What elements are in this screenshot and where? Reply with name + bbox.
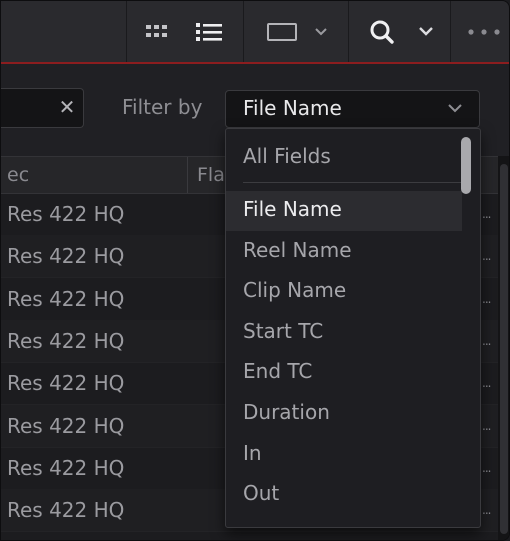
toolbar-separator <box>243 1 244 62</box>
toolbar-separator <box>348 1 349 62</box>
menu-item-label: All Fields <box>243 144 331 168</box>
menu-item-duration[interactable]: Duration <box>226 394 462 434</box>
column-separator[interactable] <box>187 157 188 193</box>
grid-view-button[interactable] <box>141 1 173 62</box>
table-scrollbar-thumb[interactable] <box>500 164 508 534</box>
menu-item-file-name[interactable]: File Name <box>226 191 462 231</box>
grid-view-icon <box>146 24 167 37</box>
chevron-down-icon <box>448 104 462 113</box>
more-options-icon <box>468 28 500 35</box>
menu-item-label: In <box>243 440 262 465</box>
menu-scrollbar-thumb[interactable] <box>461 137 471 194</box>
app-window: ✕ Filter by File Name ec Fla Res 422 HQ.… <box>0 0 510 541</box>
menu-item-label: File Name <box>243 197 342 221</box>
close-icon: ✕ <box>58 95 76 119</box>
search-icon <box>370 20 433 44</box>
codec-cell: Res 422 HQ <box>7 244 125 269</box>
menu-item-label: Clip Name <box>243 278 347 303</box>
menu-divider <box>243 182 461 183</box>
codec-cell: Res 422 HQ <box>7 328 125 353</box>
filter-by-label: Filter by <box>122 95 203 119</box>
codec-cell: Res 422 HQ <box>7 202 125 226</box>
menu-item-all-fields[interactable]: All Fields <box>226 138 462 178</box>
list-view-button[interactable] <box>192 1 226 62</box>
codec-cell: Res 422 HQ <box>7 498 125 523</box>
menu-item-clip-name[interactable]: Clip Name <box>226 272 462 312</box>
toolbar-separator <box>126 1 127 62</box>
menu-item-start-tc[interactable]: Start TC <box>226 313 462 353</box>
truncated-cell: ... <box>482 376 492 391</box>
truncated-cell: ... <box>482 333 492 348</box>
truncated-cell: ... <box>482 503 492 518</box>
filter-selected-value: File Name <box>243 96 342 120</box>
table-scrollbar[interactable] <box>498 156 509 540</box>
codec-cell: Res 422 HQ <box>7 371 125 396</box>
clear-search-button[interactable]: ✕ <box>57 94 77 120</box>
top-toolbar <box>1 1 509 64</box>
truncated-cell: ... <box>482 249 492 264</box>
menu-item-label: Duration <box>243 400 330 424</box>
search-button[interactable] <box>356 1 440 62</box>
menu-item-in[interactable]: In <box>226 435 462 475</box>
filter-dropdown-menu: All Fields File Name Reel Name Clip Name St… <box>225 128 481 528</box>
column-header-flags[interactable]: Fla <box>197 164 225 186</box>
codec-cell: Res 422 HQ <box>7 286 125 311</box>
codec-cell: Res 422 HQ <box>7 455 125 480</box>
codec-cell: Res 422 HQ <box>7 413 125 438</box>
viewer-mode-button[interactable] <box>253 1 339 62</box>
filter-by-select[interactable]: File Name <box>225 90 480 128</box>
menu-item-reel-name[interactable]: Reel Name <box>226 232 462 272</box>
menu-item-label: Reel Name <box>243 237 352 262</box>
truncated-cell: ... <box>482 207 492 221</box>
menu-item-out[interactable]: Out <box>226 475 462 515</box>
truncated-cell: ... <box>482 460 492 475</box>
menu-item-end-tc[interactable]: End TC <box>226 353 462 393</box>
menu-item-label: Start TC <box>243 318 324 343</box>
menu-item-label: Out <box>243 481 280 506</box>
truncated-cell: ... <box>482 291 492 306</box>
monitor-icon <box>267 22 327 41</box>
list-view-icon <box>196 22 222 41</box>
truncated-cell: ... <box>482 418 492 433</box>
toolbar-separator <box>450 1 451 62</box>
column-header-codec[interactable]: ec <box>7 164 29 186</box>
menu-item-label: End TC <box>243 359 313 384</box>
more-options-button[interactable] <box>461 1 507 62</box>
